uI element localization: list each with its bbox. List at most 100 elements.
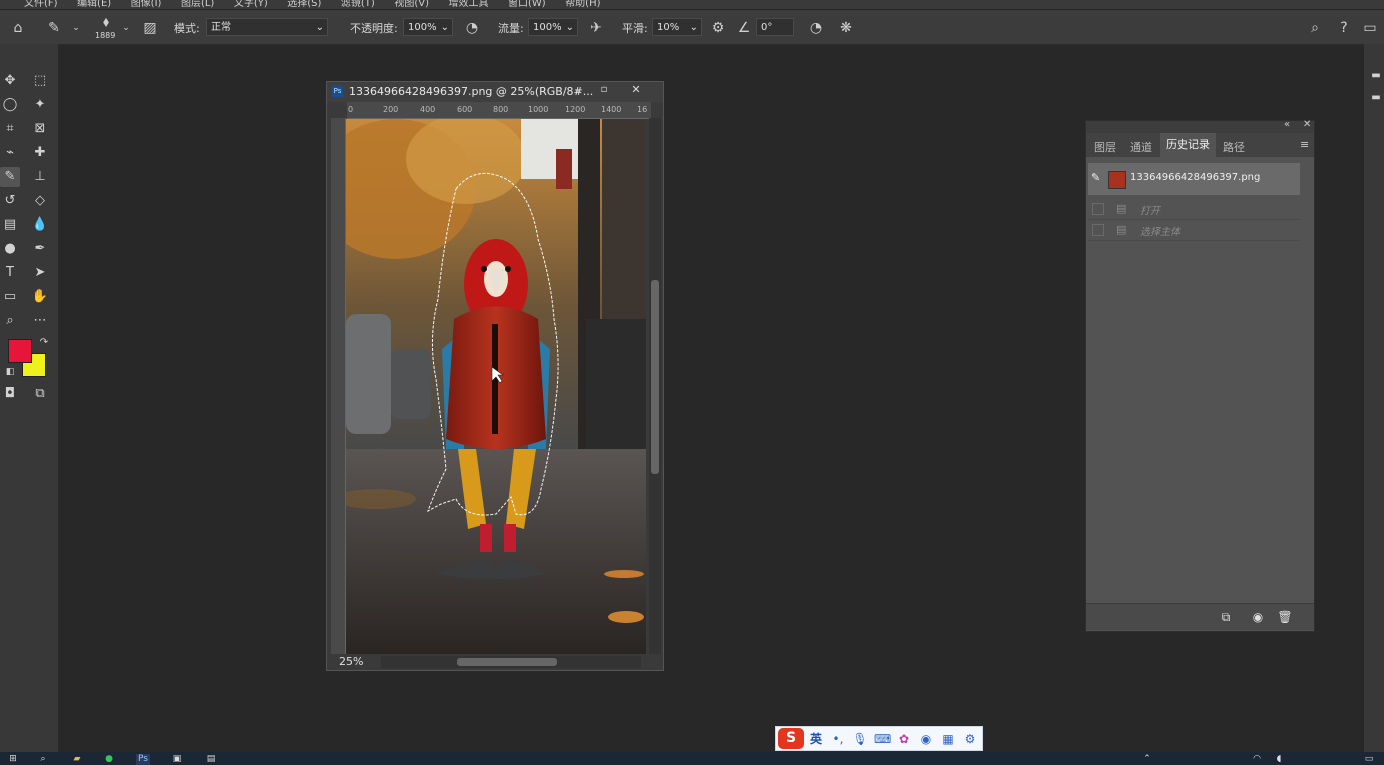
chevron-up-icon[interactable]: ⌃ — [1140, 754, 1154, 765]
tab-channels[interactable]: 通道 — [1130, 139, 1152, 155]
gradient-tool-icon[interactable]: ▤ — [0, 215, 20, 235]
stamp-tool-icon[interactable]: ⊥ — [30, 167, 50, 187]
collapse-icon[interactable]: « — [1284, 119, 1290, 130]
brush-settings-icon[interactable]: ▨ — [140, 18, 160, 38]
eyedropper-tool-icon[interactable]: ⌁ — [0, 143, 20, 163]
windows-start-icon[interactable]: ⊞ — [6, 754, 20, 765]
tab-layers[interactable]: 图层 — [1094, 139, 1116, 155]
chevron-down-icon[interactable]: ⌄ — [116, 18, 136, 38]
lasso-tool-icon[interactable]: ◯ — [0, 95, 20, 115]
crop-tool-icon[interactable]: ⌗ — [0, 119, 20, 139]
menu-item-help[interactable]: 帮助(H) — [565, 0, 600, 9]
menu-item-select[interactable]: 选择(S) — [287, 0, 321, 9]
game-icon[interactable]: ◉ — [918, 731, 934, 747]
home-icon[interactable]: ⌂ — [8, 18, 28, 38]
panel-icon[interactable]: ▬ — [1366, 66, 1384, 86]
brush-tip-icon[interactable]: ⬧ — [96, 12, 116, 32]
punctuation-icon[interactable]: •, — [830, 731, 846, 747]
menu-item-image[interactable]: 图像(I) — [131, 0, 162, 9]
menu-item-plugins[interactable]: 增效工具 — [448, 0, 488, 9]
move-tool-icon[interactable]: ✥ — [0, 71, 20, 91]
mode-select[interactable]: 正常 ⌄ — [206, 18, 328, 36]
more-tools-icon[interactable]: ⋯ — [30, 311, 50, 331]
scroll-thumb[interactable] — [651, 280, 659, 474]
help-icon[interactable]: ? — [1334, 18, 1354, 38]
document-titlebar[interactable]: Ps 13364966428496397.png @ 25%(RGB/8#...… — [327, 82, 663, 102]
microphone-icon[interactable]: 🎙 — [852, 731, 868, 747]
network-icon[interactable]: ◠ — [1250, 754, 1264, 765]
ime-language[interactable]: 英 — [808, 731, 824, 747]
panel-icon[interactable]: ▬ — [1366, 88, 1384, 108]
marquee-tool-icon[interactable]: ⬚ — [30, 71, 50, 91]
camera-icon[interactable]: ◉ — [1250, 609, 1266, 625]
swap-colors-icon[interactable]: ↷ — [34, 333, 54, 353]
default-colors-icon[interactable]: ◧ — [0, 362, 20, 382]
magic-wand-tool-icon[interactable]: ✦ — [30, 95, 50, 115]
foreground-color-swatch[interactable] — [8, 339, 32, 363]
notification-icon[interactable]: ▭ — [1362, 754, 1376, 765]
airbrush-icon[interactable]: ✈ — [586, 18, 606, 38]
brush-tool-icon[interactable]: ✎ — [0, 167, 20, 187]
history-source-checkbox[interactable] — [1092, 224, 1104, 236]
quick-mask-icon[interactable]: ◘ — [0, 384, 20, 404]
close-icon[interactable]: ✕ — [1303, 119, 1311, 130]
healing-brush-tool-icon[interactable]: ✚ — [30, 143, 50, 163]
dodge-tool-icon[interactable]: ● — [0, 239, 20, 259]
keyboard-icon[interactable]: ⌨ — [874, 731, 891, 747]
menu-item-file[interactable]: 文件(F) — [24, 0, 58, 9]
tab-paths[interactable]: 路径 — [1223, 139, 1245, 155]
wechat-icon[interactable]: ● — [102, 754, 116, 765]
horizontal-scrollbar[interactable] — [381, 656, 641, 668]
settings-icon[interactable]: ⚙ — [962, 731, 978, 747]
history-state[interactable]: ▤ 打开 — [1088, 199, 1300, 220]
skin-icon[interactable]: ✿ — [896, 731, 912, 747]
app-icon[interactable]: ▣ — [170, 754, 184, 765]
chevron-down-icon[interactable]: ⌄ — [66, 18, 86, 38]
vertical-scrollbar[interactable] — [649, 118, 661, 654]
menu-item-layer[interactable]: 图层(L) — [181, 0, 214, 9]
path-selection-tool-icon[interactable]: ➤ — [30, 263, 50, 283]
flow-input[interactable]: 100% ⌄ — [528, 18, 578, 36]
pen-tool-icon[interactable]: ✒ — [30, 239, 50, 259]
search-icon[interactable]: ⌕ — [1305, 18, 1325, 38]
history-brush-tool-icon[interactable]: ↺ — [0, 191, 20, 211]
gear-icon[interactable]: ⚙ — [708, 18, 728, 38]
zoom-tool-icon[interactable]: ⌕ — [0, 311, 20, 331]
menu-item-filter[interactable]: 滤镜(T) — [341, 0, 375, 9]
history-brush-source-icon[interactable]: ✎ — [1091, 171, 1100, 184]
image-canvas[interactable] — [346, 119, 646, 654]
menu-item-view[interactable]: 视图(V) — [394, 0, 429, 9]
menu-item-edit[interactable]: 编辑(E) — [77, 0, 111, 9]
scroll-thumb[interactable] — [457, 658, 557, 666]
tab-history[interactable]: 历史记录 — [1160, 133, 1216, 157]
search-icon[interactable]: ⌕ — [36, 754, 50, 765]
smoothing-input[interactable]: 10% ⌄ — [652, 18, 702, 36]
history-source-checkbox[interactable] — [1092, 203, 1104, 215]
app-icon[interactable]: ▤ — [204, 754, 218, 765]
menu-item-type[interactable]: 文字(Y) — [234, 0, 268, 9]
maximize-icon[interactable]: ▫ — [597, 84, 611, 98]
folder-icon[interactable]: ▰ — [70, 754, 84, 765]
menu-item-window[interactable]: 窗口(W) — [508, 0, 546, 9]
workspace-icon[interactable]: ▭ — [1360, 18, 1380, 38]
rectangle-tool-icon[interactable]: ▭ — [0, 287, 20, 307]
eraser-tool-icon[interactable]: ◇ — [30, 191, 50, 211]
volume-icon[interactable]: ◖ — [1272, 754, 1286, 765]
pressure-size-icon[interactable]: ◔ — [806, 18, 826, 38]
brush-preset-icon[interactable]: ✎ — [44, 18, 64, 38]
frame-tool-icon[interactable]: ⊠ — [30, 119, 50, 139]
trash-icon[interactable]: 🗑 — [1277, 609, 1293, 625]
panel-menu-icon[interactable]: ≡ — [1300, 138, 1309, 151]
photoshop-icon[interactable]: Ps — [136, 754, 150, 765]
blur-tool-icon[interactable]: 💧 — [30, 215, 50, 235]
history-snapshot[interactable]: ✎ 13364966428496397.png — [1088, 163, 1300, 195]
screen-mode-icon[interactable]: ⧉ — [30, 384, 50, 404]
zoom-level[interactable]: 25% — [339, 655, 363, 668]
toolbox-icon[interactable]: ▦ — [940, 731, 956, 747]
angle-input[interactable]: 0° — [756, 18, 794, 36]
minimize-icon[interactable]: – — [571, 84, 585, 98]
history-state[interactable]: ▤ 选择主体 — [1088, 220, 1300, 241]
symmetry-icon[interactable]: ❋ — [836, 18, 856, 38]
close-icon[interactable]: ✕ — [629, 83, 643, 97]
type-tool-icon[interactable]: T — [0, 263, 20, 283]
